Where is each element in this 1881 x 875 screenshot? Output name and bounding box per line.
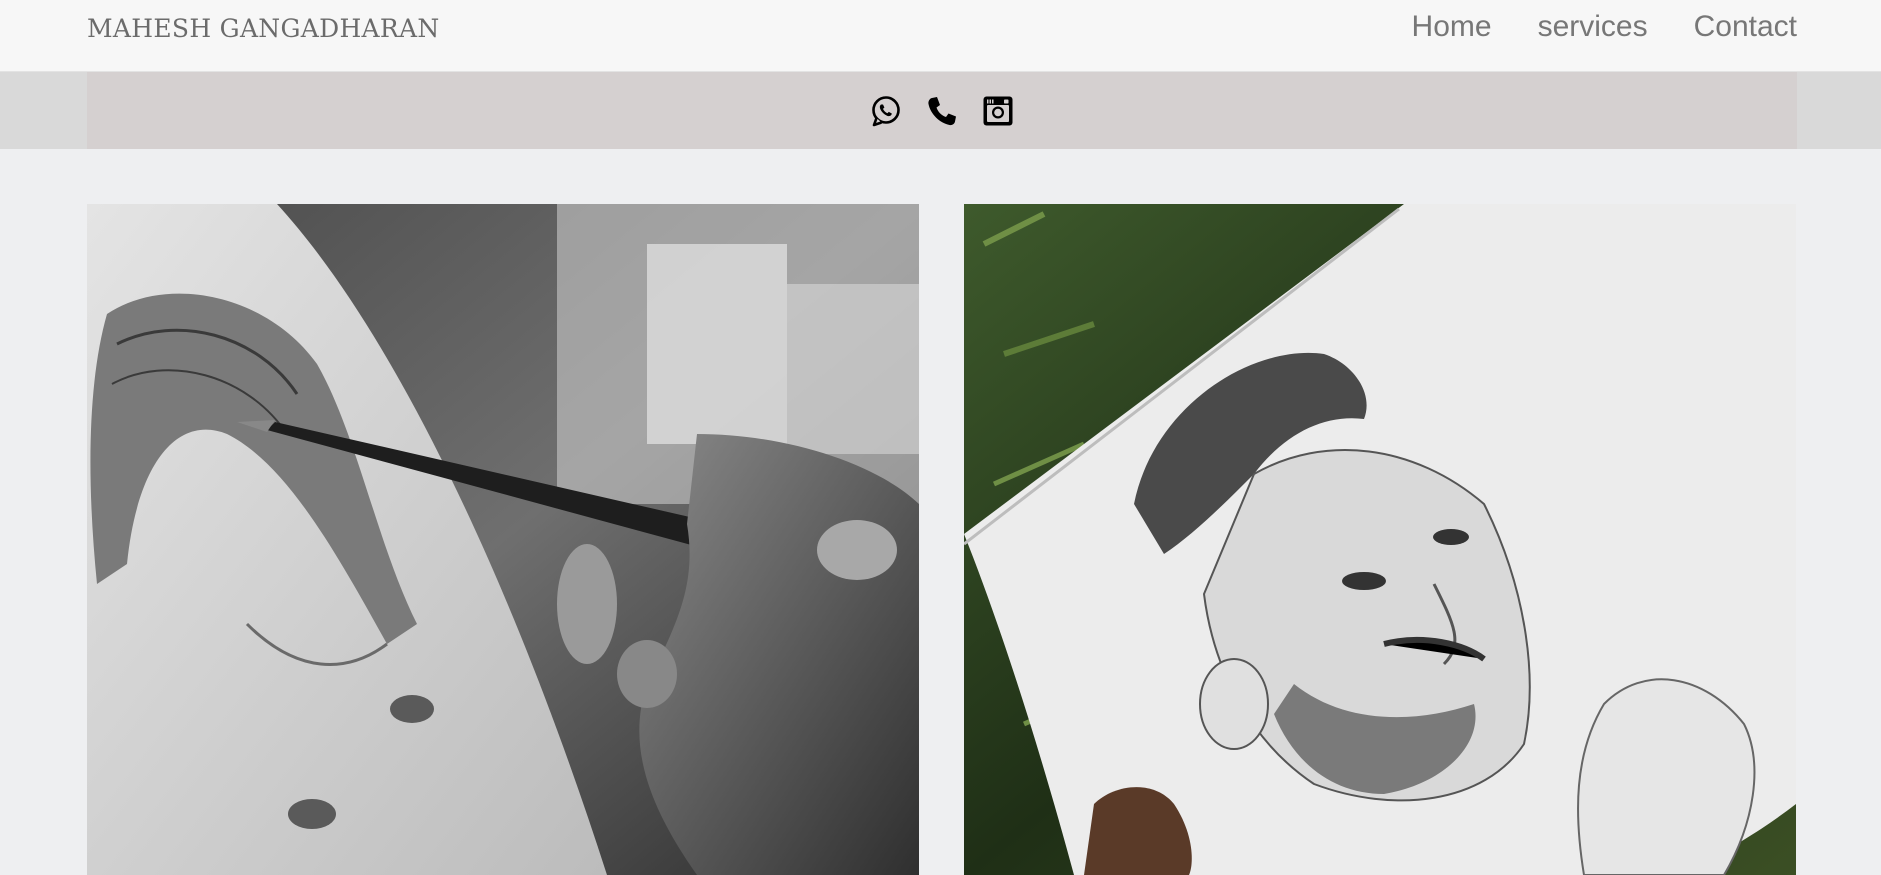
nav-link-home[interactable]: Home — [1412, 10, 1492, 44]
brand-logo[interactable]: MAHESH GANGADHARAN — [87, 14, 440, 43]
phone-icon[interactable] — [925, 94, 959, 128]
top-navbar: MAHESH GANGADHARAN Home services Contact — [0, 0, 1881, 72]
sketch-bearded-man-image — [964, 204, 1796, 875]
gallery-image-sketching-child[interactable] — [87, 204, 919, 875]
sketch-child-portrait-image — [87, 204, 919, 875]
social-icons — [87, 72, 1797, 149]
gallery-image-bearded-man-sketch[interactable] — [964, 204, 1796, 875]
nav-link-services[interactable]: services — [1538, 10, 1648, 44]
social-strip — [87, 72, 1797, 149]
nav-link-contact[interactable]: Contact — [1694, 10, 1797, 44]
whatsapp-icon[interactable] — [869, 94, 903, 128]
instagram-icon[interactable] — [981, 94, 1015, 128]
main-nav: Home services Contact — [1412, 10, 1797, 44]
